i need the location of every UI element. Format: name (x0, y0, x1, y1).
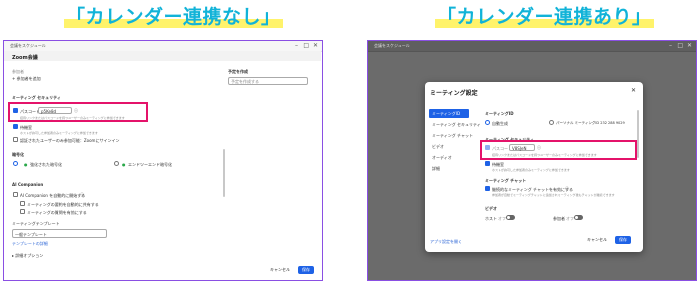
caption-right: 「カレンダー連携あり」 (435, 6, 654, 28)
template-select[interactable]: 一般テンプレート (12, 229, 107, 238)
waiting-room-checkbox[interactable] (485, 161, 490, 166)
ai-auto-label: AI Companion を自動的に開始する (20, 193, 86, 198)
chat-hint: 参加者が自動でミーティングチャットに追加されミーティング後もチャットが継続できま… (492, 193, 615, 197)
shield-icon: ● (122, 162, 126, 167)
encryption-header: 暗号化 (12, 152, 24, 157)
save-button[interactable]: 保存 (615, 236, 631, 244)
ai-summary-checkbox[interactable] (20, 201, 25, 206)
encryption-enhanced-radio[interactable] (13, 161, 18, 166)
ai-questions-checkbox[interactable] (20, 209, 25, 214)
waiting-room-checkbox[interactable] (13, 124, 18, 129)
maximize-icon[interactable]: □ (303, 42, 309, 49)
calendar-label: Zoom会議 (12, 55, 38, 61)
encryption-e2e-radio[interactable] (114, 161, 119, 166)
passcode-highlight (8, 102, 148, 122)
template-header: ミーティングテンプレート (12, 221, 60, 226)
create-label: 予定を作成 (228, 69, 248, 74)
host-video-toggle[interactable] (506, 215, 515, 220)
create-input[interactable]: 予定を作成する (228, 77, 308, 85)
info-icon: ⓘ (80, 192, 84, 197)
meeting-id-header: ミーティングID (485, 111, 514, 116)
participant-video-state: オフ (566, 216, 574, 221)
caption-left: 「カレンダー連携なし」 (64, 6, 283, 28)
participant-video-toggle[interactable] (574, 215, 583, 220)
close-icon[interactable]: ✕ (631, 87, 636, 94)
cancel-button[interactable]: キャンセル (583, 236, 611, 244)
nav-item-audio[interactable]: オーディオ (432, 155, 452, 161)
auth-label: 認証されたユーザーのみ参加可能：Zoomにサインイン (20, 138, 120, 143)
nav-item-meeting-id[interactable]: ミーティングID (432, 111, 460, 117)
encryption-e2e-label: エンドツーエンド暗号化 (128, 162, 172, 167)
maximize-icon[interactable]: □ (677, 42, 683, 49)
encryption-enhanced-label: 強化された暗号化 (30, 162, 62, 167)
ai-summary-label: ミーティングの要約を自動的に共有する (27, 202, 99, 207)
more-options[interactable]: ▸ 詳細オプション (12, 253, 43, 259)
nav-item-chat[interactable]: ミーティング チャット (432, 133, 473, 139)
attendees-label: 参加者 (12, 69, 24, 74)
nav-item-security[interactable]: ミーティング セキュリティ (432, 122, 481, 128)
chat-checkbox[interactable] (485, 186, 490, 191)
minimize-icon[interactable]: – (669, 42, 672, 49)
ai-header: AI Companion (12, 182, 44, 187)
close-icon[interactable]: ✕ (687, 42, 692, 49)
add-attendee-link[interactable]: + 参加者を追加 (12, 76, 41, 82)
scrollbar[interactable] (223, 149, 225, 197)
calendar-bar (4, 51, 321, 61)
shield-icon: ● (24, 162, 28, 167)
nav-item-advanced[interactable]: 詳細 (432, 166, 440, 172)
personal-id-radio[interactable] (549, 120, 554, 125)
personal-id-label: パーソナル ミーティングID 232 288 9029 (556, 121, 625, 125)
security-header: ミーティング セキュリティ (12, 95, 61, 100)
auto-generate-radio[interactable] (485, 120, 490, 125)
host-video-state: オフ (498, 216, 506, 221)
waiting-room-hint: ホストが許可した参加者のみミーティングに参加できます (20, 131, 98, 135)
waiting-room-hint: ホストが許可した参加者のみミーティングに参加できます (492, 168, 570, 172)
chat-header: ミーティング チャット (485, 178, 527, 183)
window-title: 会議をスケジュール (10, 43, 46, 48)
schedule-window-left: 会議をスケジュール – □ ✕ Zoom会議 参加者 + 参加者を追加 予定を作… (3, 40, 323, 281)
auth-checkbox[interactable] (13, 137, 18, 142)
host-video-label: ホスト (485, 216, 497, 221)
schedule-window-right: 会議をスケジュール – □ ✕ ミーティング設定 ✕ ミーティングID ミーティ… (367, 40, 697, 281)
ai-auto-checkbox[interactable] (13, 192, 18, 197)
template-link[interactable]: テンプレートの詳細 (12, 241, 48, 247)
window-title: 会議をスケジュール (374, 43, 410, 48)
auto-generate-label: 自動生成 (492, 121, 508, 126)
meeting-settings-dialog: ミーティング設定 ✕ ミーティングID ミーティング セキュリティ ミーティング… (425, 82, 643, 252)
ai-questions-label: ミーティングの質問を有効にする (27, 210, 87, 215)
title-bar: 会議をスケジュール – □ ✕ (368, 41, 696, 52)
minimize-icon[interactable]: – (295, 42, 298, 49)
save-button[interactable]: 保存 (298, 266, 314, 274)
close-icon[interactable]: ✕ (313, 42, 318, 49)
settings-link[interactable]: アプリ設定を開く (430, 239, 462, 245)
nav-item-video[interactable]: ビデオ (432, 144, 444, 150)
passcode-highlight (480, 140, 637, 160)
dialog-title: ミーティング設定 (430, 90, 478, 97)
video-header: ビデオ (485, 206, 497, 211)
scrollbar[interactable] (637, 110, 639, 158)
info-icon: ⓘ (565, 186, 569, 191)
participant-video-label: 参加者 (553, 216, 565, 221)
cancel-button[interactable]: キャンセル (266, 266, 294, 274)
